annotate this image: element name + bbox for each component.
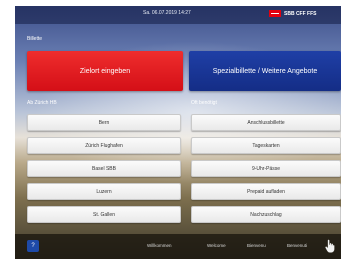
nine-oclock-passes-button[interactable]: 9-Uhr-Pässe	[191, 160, 341, 177]
connection-tickets-button[interactable]: Anschlussbillette	[191, 114, 341, 131]
date-time: Sa. 06.07.2019 14:27	[143, 10, 191, 16]
from-station-label: Ab Zürich HB	[27, 100, 57, 106]
language-german-link[interactable]: Willkommen	[147, 243, 172, 248]
destination-st-gallen-button[interactable]: St. Gallen	[27, 206, 181, 223]
sbb-logo: SBB CFF FFS	[269, 10, 317, 17]
language-english-link[interactable]: Welcome	[207, 243, 226, 248]
supplement-button[interactable]: Nachzuschlag	[191, 206, 341, 223]
special-tickets-button[interactable]: Spezialbillette / Weitere Angebote	[189, 51, 341, 91]
sbb-logo-text: SBB CFF FFS	[284, 10, 317, 17]
destination-bern-button[interactable]: Bern	[27, 114, 181, 131]
language-french-link[interactable]: Bienvenu	[247, 243, 266, 248]
enter-destination-button[interactable]: Zielort eingeben	[27, 51, 183, 91]
hand-pointer-icon[interactable]	[325, 239, 335, 253]
ticket-machine-screen: Sa. 06.07.2019 14:27 SBB CFF FFS Billett…	[15, 6, 341, 259]
footer-bar: ? Willkommen Welcome Bienvenu Benvenuti	[15, 234, 341, 259]
destination-basel-button[interactable]: Basel SBB	[27, 160, 181, 177]
prepaid-topup-button[interactable]: Prepaid aufladen	[191, 183, 341, 200]
day-passes-button[interactable]: Tageskarten	[191, 137, 341, 154]
help-button[interactable]: ?	[27, 240, 39, 252]
tickets-label: Billette	[27, 36, 43, 42]
sbb-logo-mark-icon	[269, 10, 281, 17]
language-italian-link[interactable]: Benvenuti	[287, 243, 307, 248]
destination-luzern-button[interactable]: Luzern	[27, 183, 181, 200]
frequently-needed-label: Oft benötigt	[191, 100, 217, 106]
top-bar: Sa. 06.07.2019 14:27 SBB CFF FFS	[15, 6, 341, 24]
destination-zurich-airport-button[interactable]: Zürich Flughafen	[27, 137, 181, 154]
